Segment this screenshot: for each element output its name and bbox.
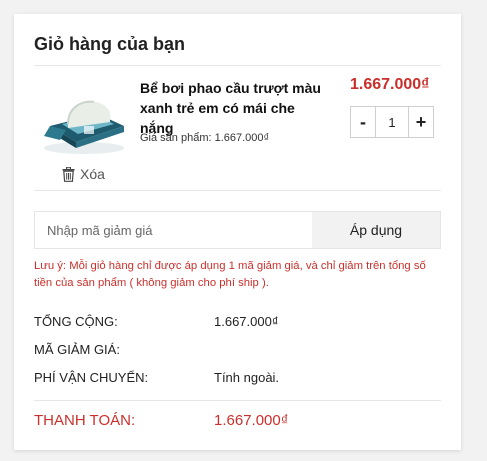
decrease-button[interactable]: - xyxy=(351,107,375,137)
cart-title: Giỏ hàng của bạn xyxy=(34,34,186,54)
apply-coupon-button[interactable]: Áp dụng xyxy=(312,212,440,248)
total-value: 1.667.000₫ xyxy=(214,412,289,429)
divider xyxy=(34,65,441,66)
coupon-form: Áp dụng xyxy=(34,211,441,249)
increase-button[interactable]: + xyxy=(409,107,433,137)
remove-item-button[interactable]: Xóa xyxy=(62,166,105,182)
divider xyxy=(34,190,441,191)
remove-label: Xóa xyxy=(80,166,105,182)
coupon-input[interactable] xyxy=(35,212,312,248)
quantity-value[interactable]: 1 xyxy=(375,107,409,137)
trash-icon xyxy=(62,166,75,182)
discount-label: MÃ GIẢM GIÁ: xyxy=(34,342,120,357)
shipping-label: PHÍ VẬN CHUYỂN: xyxy=(34,370,149,385)
product-name[interactable]: Bể bơi phao cầu trượt màu xanh trẻ em có… xyxy=(140,78,326,138)
coupon-note: Lưu ý: Mỗi giỏ hàng chỉ được áp dụng 1 m… xyxy=(34,260,426,289)
divider xyxy=(34,400,441,401)
quantity-stepper[interactable]: - 1 + xyxy=(350,106,434,138)
shipping-value: Tính ngoài. xyxy=(214,370,280,385)
subtotal-label: TỔNG CỘNG: xyxy=(34,314,118,329)
unit-price: Giá sản phẩm: 1.667.000₫ xyxy=(140,132,270,144)
cart-panel: Giỏ hàng của bạn Bể bơi phao cầu trượt m… xyxy=(14,14,461,450)
total-label: THANH TOÁN: xyxy=(34,412,136,429)
subtotal-value: 1.667.000₫ xyxy=(214,314,279,329)
line-price: 1.667.000₫ xyxy=(350,76,430,93)
product-image[interactable] xyxy=(40,86,128,156)
